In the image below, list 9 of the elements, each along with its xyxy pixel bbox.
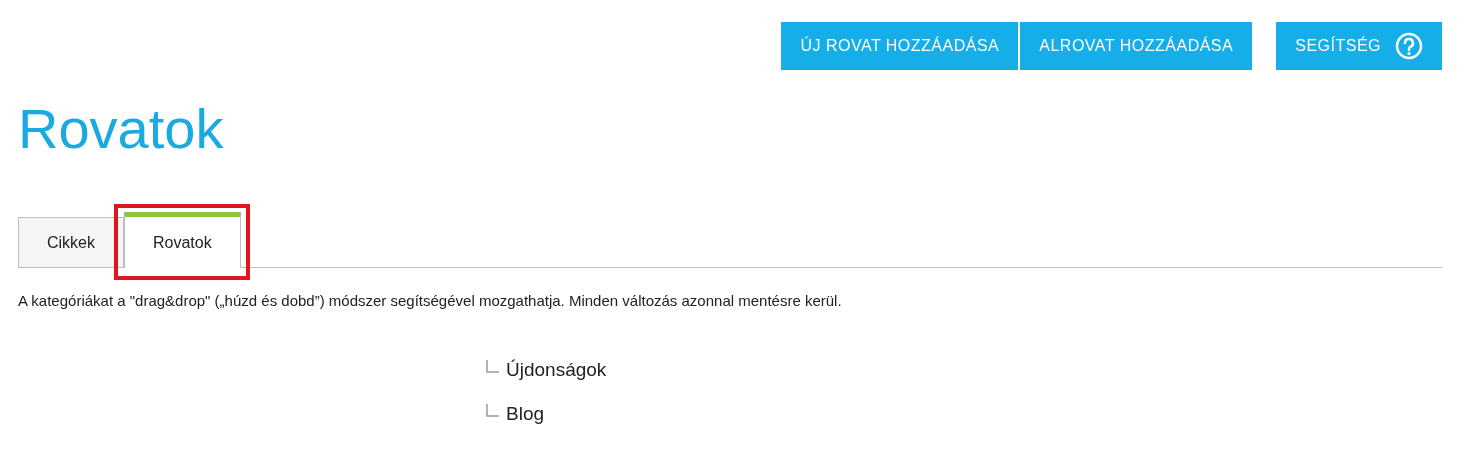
page-title: Rovatok: [18, 96, 224, 162]
tree-branch-icon: [486, 359, 500, 374]
tree-branch-icon: [486, 403, 500, 418]
tree-item[interactable]: Újdonságok: [506, 358, 607, 381]
tab[interactable]: Rovatok: [124, 212, 241, 268]
tree-item[interactable]: Blog: [506, 402, 545, 425]
help-icon: [1395, 32, 1423, 60]
tab[interactable]: Cikkek: [18, 217, 124, 267]
instruction-text: A kategóriákat a "drag&drop" („húzd és dobd”) módszer segítségével mozgathatja. Minden változás azonnal mentésre kerül.: [18, 291, 842, 311]
